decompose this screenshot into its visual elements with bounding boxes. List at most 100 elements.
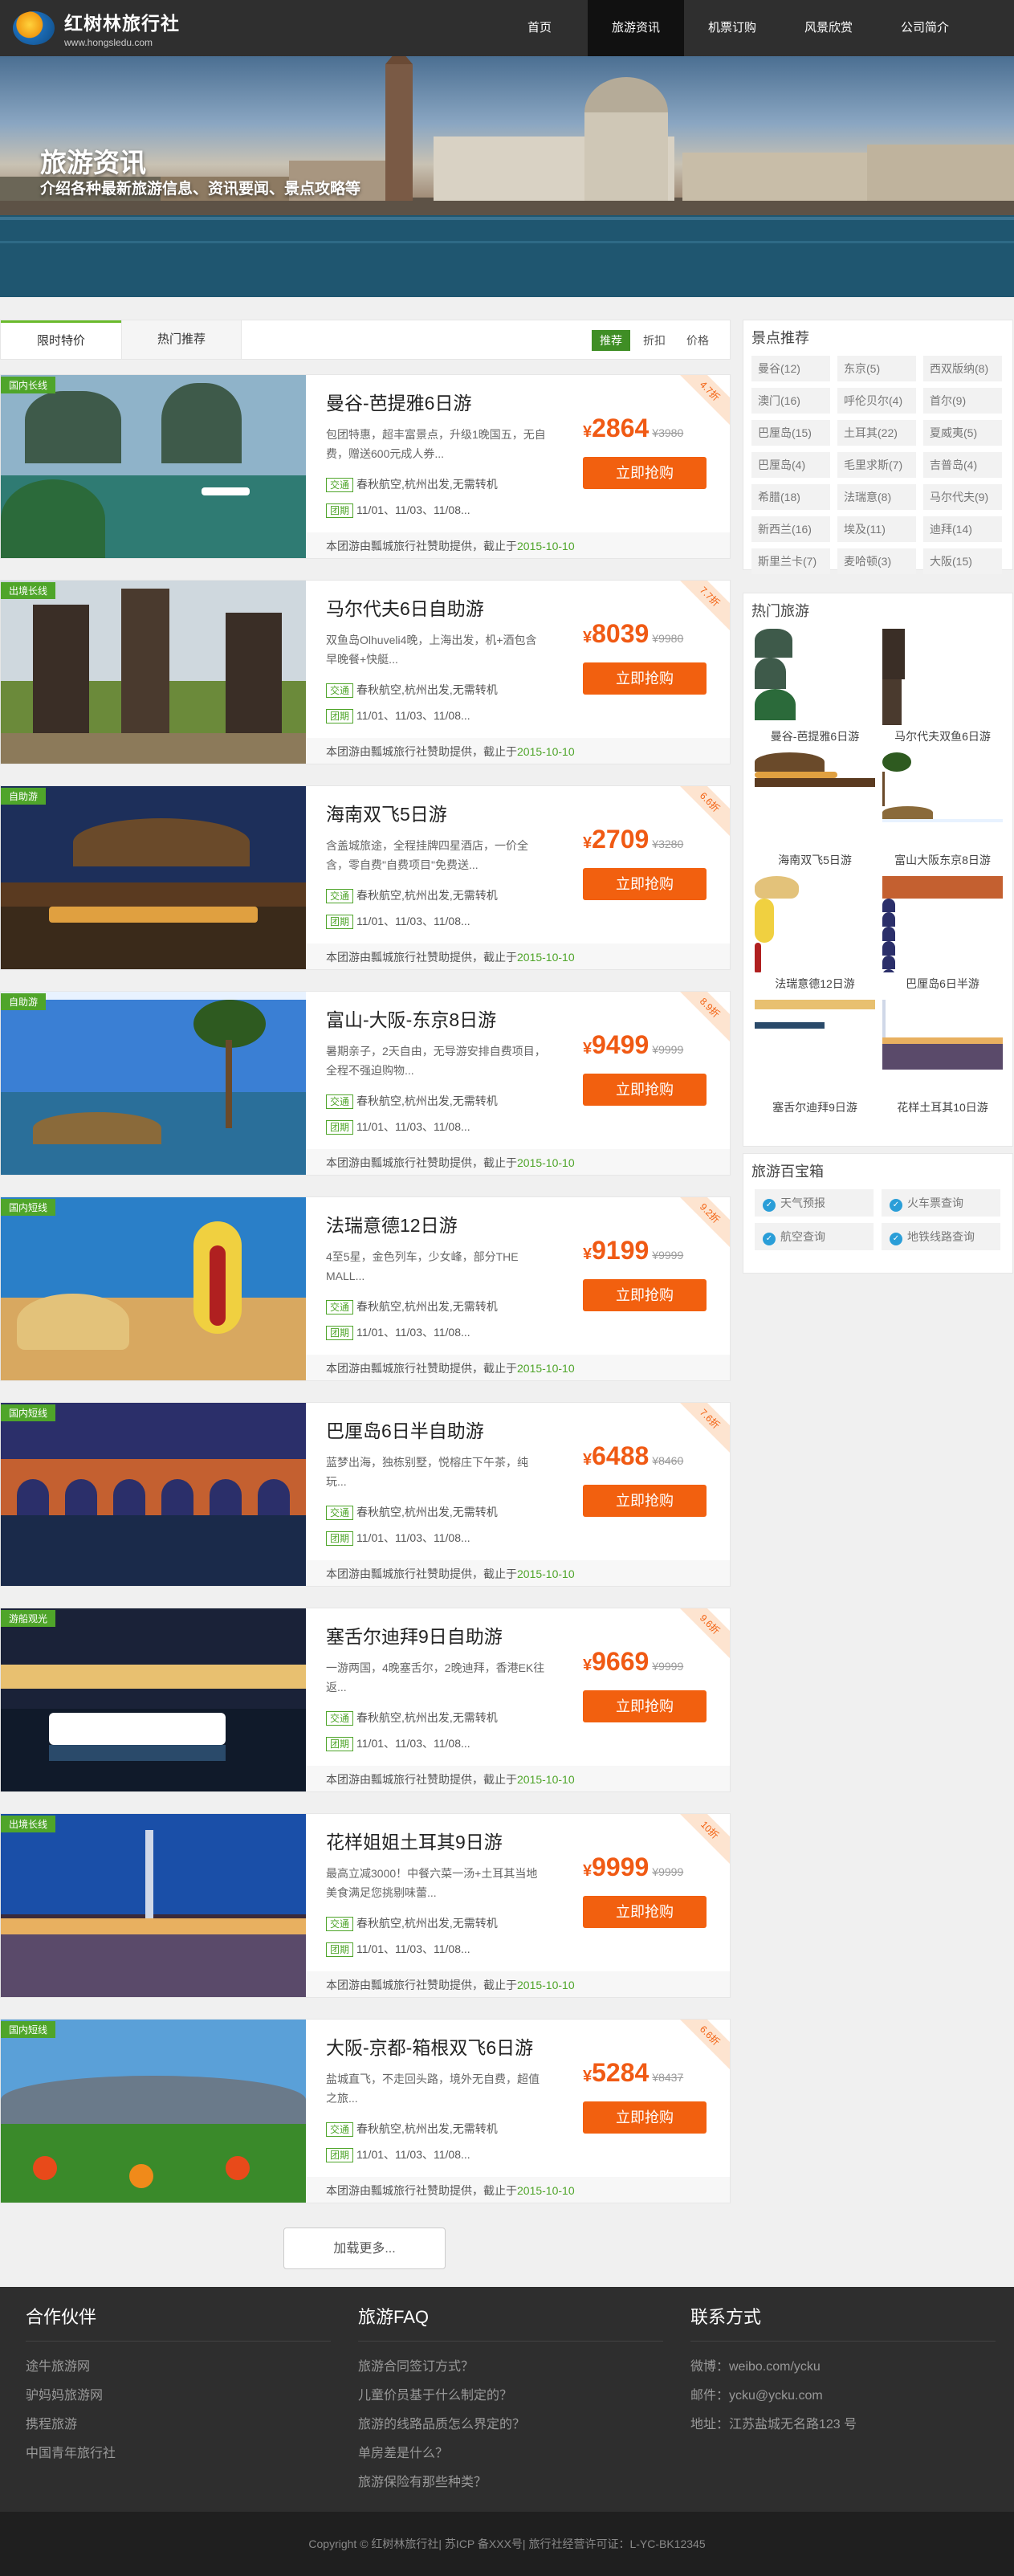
- buy-now-button[interactable]: 立即抢购: [583, 662, 707, 695]
- footer-faq-link[interactable]: 旅游保险有那些种类？: [358, 2468, 663, 2497]
- tour-photo[interactable]: [1, 2020, 306, 2203]
- hot-tour-item[interactable]: 马尔代夫双鱼6日游: [882, 629, 1003, 744]
- hot-tour-photo[interactable]: [755, 876, 875, 972]
- tour-title[interactable]: 巴厘岛6日半自助游: [326, 1416, 484, 1443]
- footer-faq-link[interactable]: 旅游合同签订方式？: [358, 2353, 663, 2382]
- tour-photo[interactable]: [1, 1608, 306, 1791]
- tour-title[interactable]: 马尔代夫6日自助游: [326, 593, 484, 621]
- hot-tour-photo[interactable]: [882, 629, 1003, 725]
- footer-contact-item[interactable]: 邮件：ycku@ycku.com: [690, 2382, 996, 2411]
- spot-tag[interactable]: 土耳其(22): [837, 420, 916, 446]
- spot-tag[interactable]: 埃及(11): [837, 516, 916, 542]
- spot-tag[interactable]: 曼谷(12): [751, 356, 830, 381]
- spot-tag[interactable]: 吉普岛(4): [923, 452, 1002, 478]
- tour-title[interactable]: 大阪-京都-箱根双飞6日游: [326, 2032, 533, 2060]
- site-logo[interactable]: 红树林旅行社 www.hongsledu.com: [13, 8, 180, 48]
- spot-tag[interactable]: 毛里求斯(7): [837, 452, 916, 478]
- tour-photo[interactable]: [1, 375, 306, 558]
- tour-card[interactable]: 国内短线 6.6折 大阪-京都-箱根双飞6日游 盐城直飞，不走回头路，境外无自费，超值…: [0, 2019, 731, 2203]
- tour-card[interactable]: 国内长线 4.7折 曼谷-芭提雅6日游 包团特惠，超丰富景点，升级1晚国五，无自费，赠…: [0, 374, 731, 559]
- spot-tag[interactable]: 马尔代夫(9): [923, 484, 1002, 510]
- tour-title[interactable]: 花样姐姐土耳其9日游: [326, 1827, 503, 1854]
- hot-tour-item[interactable]: 花样土耳其10日游: [882, 1000, 1003, 1115]
- sort-recommend[interactable]: 推荐: [592, 330, 630, 351]
- hot-tour-item[interactable]: 巴厘岛6日半游: [882, 876, 1003, 992]
- nav-flights[interactable]: 机票订购: [684, 0, 780, 56]
- tour-photo[interactable]: [1, 1403, 306, 1586]
- spot-tag[interactable]: 巴厘岛(15): [751, 420, 830, 446]
- spot-tag[interactable]: 澳门(16): [751, 388, 830, 414]
- tour-card[interactable]: 自助游 6.6折 海南双飞5日游 含盖城旅途，全程挂牌四星酒店，一价全含，零自费"自费…: [0, 785, 731, 970]
- hot-tour-item[interactable]: 富山大阪东京8日游: [882, 752, 1003, 868]
- tab-hot-recommend[interactable]: 热门推荐: [121, 320, 242, 359]
- tour-title[interactable]: 曼谷-芭提雅6日游: [326, 388, 471, 415]
- toolbox-item[interactable]: ✓ 地铁线路查询: [882, 1223, 1000, 1250]
- nav-scenery[interactable]: 风景欣赏: [780, 0, 877, 56]
- tour-card[interactable]: 国内短线 7.6折 巴厘岛6日半自助游 蓝梦出海，独栋别墅，悦榕庄下午茶，纯玩... 交…: [0, 1402, 731, 1587]
- spot-tag[interactable]: 呼伦贝尔(4): [837, 388, 916, 414]
- sort-price[interactable]: 价格: [678, 330, 717, 351]
- footer-partner-link[interactable]: 途牛旅游网: [26, 2353, 331, 2382]
- hot-tour-photo[interactable]: [882, 1000, 1003, 1096]
- footer-contact-item[interactable]: 微博：weibo.com/ycku: [690, 2353, 996, 2382]
- buy-now-button[interactable]: 立即抢购: [583, 1485, 707, 1517]
- tour-card[interactable]: 国内短线 9.2折 法瑞意德12日游 4至5星，金色列车，少女峰，部分THE MALL…: [0, 1196, 731, 1381]
- sort-discount[interactable]: 折扣: [635, 330, 674, 351]
- footer-partner-link[interactable]: 驴妈妈旅游网: [26, 2382, 331, 2411]
- footer-contact-item[interactable]: 地址：江苏盐城无名路123 号: [690, 2411, 996, 2439]
- toolbox-item[interactable]: ✓ 火车票查询: [882, 1189, 1000, 1217]
- spot-tag[interactable]: 夏威夷(5): [923, 420, 1002, 446]
- nav-home[interactable]: 首页: [491, 0, 588, 56]
- tour-title[interactable]: 法瑞意德12日游: [326, 1210, 458, 1237]
- tour-photo[interactable]: [1, 581, 306, 764]
- hot-tour-photo[interactable]: [755, 629, 875, 725]
- nav-about[interactable]: 公司简介: [877, 0, 973, 56]
- footer-faq-link[interactable]: 旅游的线路品质怎么界定的？: [358, 2411, 663, 2439]
- tour-card[interactable]: 出境长线 7.7折 马尔代夫6日自助游 双鱼岛Olhuveli4晚，上海出发，机+酒包…: [0, 580, 731, 764]
- tour-photo[interactable]: [1, 1814, 306, 1997]
- tour-photo[interactable]: [1, 1197, 306, 1380]
- spot-tag[interactable]: 东京(5): [837, 356, 916, 381]
- buy-now-button[interactable]: 立即抢购: [583, 1896, 707, 1928]
- footer-partner-link[interactable]: 携程旅游: [26, 2411, 331, 2439]
- toolbox-item[interactable]: ✓ 航空查询: [755, 1223, 874, 1250]
- buy-now-button[interactable]: 立即抢购: [583, 457, 707, 489]
- tour-title[interactable]: 塞舌尔迪拜9日自助游: [326, 1621, 503, 1649]
- hot-tour-item[interactable]: 法瑞意德12日游: [755, 876, 875, 992]
- buy-now-button[interactable]: 立即抢购: [583, 1074, 707, 1106]
- tour-title[interactable]: 海南双飞5日游: [326, 799, 447, 826]
- tab-limited-offer[interactable]: 限时特价: [1, 320, 121, 359]
- buy-now-button[interactable]: 立即抢购: [583, 868, 707, 900]
- toolbox-item[interactable]: ✓ 天气预报: [755, 1189, 874, 1217]
- spot-tag[interactable]: 法瑞意(8): [837, 484, 916, 510]
- spot-tag[interactable]: 西双版纳(8): [923, 356, 1002, 381]
- footer-faq-link[interactable]: 儿童价员基于什么制定的？: [358, 2382, 663, 2411]
- hot-tour-photo[interactable]: [882, 876, 1003, 972]
- tour-card[interactable]: 自助游 8.9折 富山-大阪-东京8日游 暑期亲子，2天自由，无导游安排自费项目，全程…: [0, 991, 731, 1176]
- hot-tour-item[interactable]: 海南双飞5日游: [755, 752, 875, 868]
- spot-tag[interactable]: 首尔(9): [923, 388, 1002, 414]
- buy-now-button[interactable]: 立即抢购: [583, 1690, 707, 1722]
- spot-tag[interactable]: 新西兰(16): [751, 516, 830, 542]
- hot-tour-photo[interactable]: [755, 1000, 875, 1096]
- spot-tag[interactable]: 迪拜(14): [923, 516, 1002, 542]
- hot-tour-photo[interactable]: [755, 752, 875, 849]
- spot-tag[interactable]: 斯里兰卡(7): [751, 548, 830, 574]
- footer-faq-link[interactable]: 单房差是什么？: [358, 2439, 663, 2468]
- hot-tour-item[interactable]: 曼谷-芭提雅6日游: [755, 629, 875, 744]
- tour-photo[interactable]: [1, 786, 306, 969]
- tour-card[interactable]: 出境长线 10折 花样姐姐土耳其9日游 最高立减3000！中餐六菜一汤+土耳其当地美食…: [0, 1813, 731, 1998]
- footer-partner-link[interactable]: 中国青年旅行社: [26, 2439, 331, 2468]
- nav-travel-news[interactable]: 旅游资讯: [588, 0, 684, 56]
- tour-title[interactable]: 富山-大阪-东京8日游: [326, 1005, 496, 1032]
- spot-tag[interactable]: 希腊(18): [751, 484, 830, 510]
- buy-now-button[interactable]: 立即抢购: [583, 1279, 707, 1311]
- spot-tag[interactable]: 麦哈顿(3): [837, 548, 916, 574]
- hot-tour-photo[interactable]: [882, 752, 1003, 849]
- tour-photo[interactable]: [1, 992, 306, 1175]
- buy-now-button[interactable]: 立即抢购: [583, 2101, 707, 2134]
- spot-tag[interactable]: 巴厘岛(4): [751, 452, 830, 478]
- load-more-button[interactable]: 加载更多...: [283, 2228, 446, 2269]
- hot-tour-item[interactable]: 塞舌尔迪拜9日游: [755, 1000, 875, 1115]
- spot-tag[interactable]: 大阪(15): [923, 548, 1002, 574]
